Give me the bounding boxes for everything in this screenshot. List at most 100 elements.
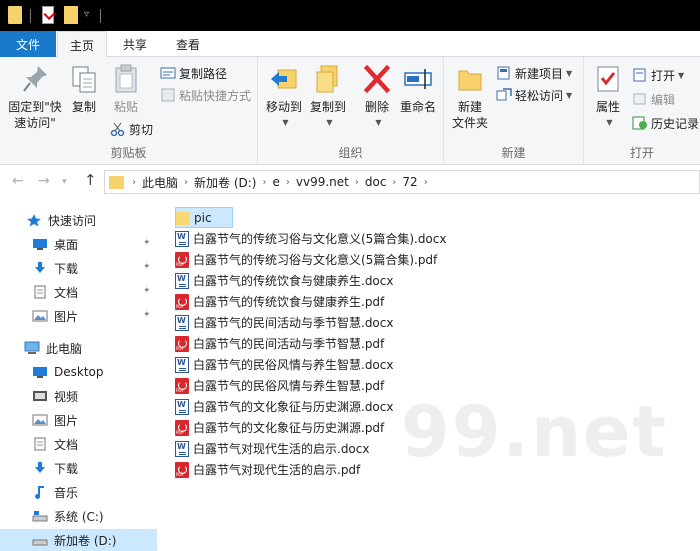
breadcrumb-item[interactable]: vv99.net xyxy=(296,175,349,189)
nav-item-label: 图片 xyxy=(54,309,79,324)
tab-view[interactable]: 查看 xyxy=(163,31,213,57)
breadcrumb-item[interactable]: doc xyxy=(365,175,387,189)
back-arrow-icon[interactable]: ← xyxy=(12,173,24,189)
chevron-right-icon[interactable]: › xyxy=(355,177,359,188)
pdf-icon xyxy=(175,377,189,394)
list-item[interactable]: 白露节气的传统饮食与健康养生.docx xyxy=(175,270,393,291)
new-group-label: 新建 xyxy=(501,146,526,160)
nav-item-desktop-pc[interactable]: Desktop xyxy=(0,361,157,383)
nav-item-documents[interactable]: 文档 ✦ xyxy=(0,281,157,303)
customize-toolbar-icon[interactable]: ▿ xyxy=(84,9,89,20)
list-item[interactable]: 白露节气的民俗风情与养生智慧.pdf xyxy=(175,375,384,396)
title-bar: ▿ xyxy=(0,0,700,31)
new-folder-button[interactable]: 新建 文件夹 xyxy=(450,63,490,131)
list-item[interactable]: 白露节气的文化象征与历史渊源.docx xyxy=(175,396,393,417)
pin-icon[interactable]: ✦ xyxy=(143,238,151,248)
pin-icon[interactable]: ✦ xyxy=(143,286,151,296)
paste-button[interactable]: 粘贴 xyxy=(106,63,146,115)
chevron-right-icon[interactable]: › xyxy=(424,177,428,188)
chevron-right-icon[interactable]: › xyxy=(392,177,396,188)
tab-home[interactable]: 主页 xyxy=(57,31,107,58)
nav-item-documents-pc[interactable]: 文档 xyxy=(0,433,157,455)
copy-path-button[interactable]: 复制路径 xyxy=(160,63,227,83)
nav-item-drive-d[interactable]: 新加卷 (D:) xyxy=(0,529,157,551)
tab-share[interactable]: 共享 xyxy=(110,31,160,57)
list-item[interactable]: 白露节气的文化象征与历史渊源.pdf xyxy=(175,417,384,438)
word-document-icon xyxy=(175,272,189,289)
nav-item-quick-access[interactable]: 快速访问 xyxy=(0,209,157,231)
address-bar[interactable]: › 此电脑 › 新加卷 (D:) › e › vv99.net › doc › … xyxy=(104,170,700,194)
document-icon xyxy=(32,437,48,451)
rename-button[interactable]: 重命名 xyxy=(398,63,438,115)
pin-icon[interactable]: ✦ xyxy=(143,310,151,320)
chevron-down-icon: ▼ xyxy=(678,70,685,80)
move-to-button[interactable]: 移动到 ▼ xyxy=(264,63,304,131)
new-item-button[interactable]: 新建项目 ▼ xyxy=(496,63,572,83)
copy-to-label: 复制到 xyxy=(309,100,346,114)
list-item[interactable]: 白露节气的民间活动与季节智慧.pdf xyxy=(175,333,384,354)
delete-button[interactable]: 删除 ▼ xyxy=(360,63,394,131)
clipboard-group: 固定到"快 速访问" 复制 粘贴 复制路径 粘贴快捷方式 剪切 剪贴板 xyxy=(0,57,258,165)
copy-button[interactable]: 复制 xyxy=(66,63,102,115)
folder-icon[interactable] xyxy=(8,6,22,24)
nav-item-pictures[interactable]: 图片 ✦ xyxy=(0,305,157,327)
new-folder-icon[interactable] xyxy=(64,6,78,24)
rename-label: 重命名 xyxy=(399,100,436,114)
tab-file[interactable]: 文件 xyxy=(0,31,56,57)
nav-item-videos[interactable]: 视频 xyxy=(0,385,157,407)
list-item[interactable]: 白露节气的传统饮食与健康养生.pdf xyxy=(175,291,384,312)
list-item[interactable]: 白露节气对现代生活的启示.pdf xyxy=(175,459,360,480)
picture-icon xyxy=(32,413,48,427)
list-item[interactable]: 白露节气的民俗风情与养生智慧.docx xyxy=(175,354,393,375)
nav-item-desktop[interactable]: 桌面 ✦ xyxy=(0,233,157,255)
breadcrumb-item[interactable]: 72 xyxy=(402,175,417,189)
chevron-right-icon[interactable]: › xyxy=(286,177,290,188)
scissors-icon xyxy=(110,122,126,137)
nav-item-music[interactable]: 音乐 xyxy=(0,481,157,503)
pin-icon[interactable]: ✦ xyxy=(143,262,151,272)
nav-item-downloads-pc[interactable]: 下载 xyxy=(0,457,157,479)
nav-item-this-pc[interactable]: 此电脑 xyxy=(0,337,157,359)
edit-icon xyxy=(632,92,648,106)
list-item[interactable]: 白露节气对现代生活的启示.docx xyxy=(175,438,369,459)
properties-label: 属性 xyxy=(595,100,620,114)
list-item[interactable]: 白露节气的传统习俗与文化意义(5篇合集).docx xyxy=(175,228,446,249)
breadcrumb-item[interactable]: 新加卷 (D:) xyxy=(194,174,256,191)
history-button[interactable]: 历史记录 xyxy=(632,113,699,133)
nav-item-pictures-pc[interactable]: 图片 xyxy=(0,409,157,431)
cut-button[interactable]: 剪切 xyxy=(110,119,153,139)
list-item[interactable]: pic xyxy=(175,207,233,228)
pdf-icon xyxy=(175,461,189,478)
nav-item-label: 图片 xyxy=(54,413,79,428)
list-item[interactable]: 白露节气的传统习俗与文化意义(5篇合集).pdf xyxy=(175,249,437,270)
chevron-right-icon[interactable]: › xyxy=(132,177,136,188)
easy-access-button[interactable]: 轻松访问 ▼ xyxy=(496,85,572,105)
forward-arrow-icon[interactable]: → xyxy=(38,173,50,189)
properties-button[interactable]: 属性 ▼ xyxy=(590,63,626,131)
up-arrow-icon[interactable]: ↑ xyxy=(84,171,97,189)
open-button[interactable]: 打开 ▼ xyxy=(632,65,684,85)
breadcrumb-item[interactable]: 此电脑 xyxy=(142,174,178,191)
delete-label: 删除 xyxy=(364,100,389,114)
breadcrumb-item[interactable]: e xyxy=(272,175,279,189)
paste-shortcut-label: 粘贴快捷方式 xyxy=(179,88,252,103)
desktop-icon xyxy=(32,365,48,379)
word-document-icon xyxy=(175,314,189,331)
chevron-right-icon[interactable]: › xyxy=(262,177,266,188)
edit-button[interactable]: 编辑 xyxy=(632,89,675,109)
music-icon xyxy=(32,485,48,499)
nav-item-downloads[interactable]: 下载 ✦ xyxy=(0,257,157,279)
paste-shortcut-button[interactable]: 粘贴快捷方式 xyxy=(160,85,251,105)
chevron-down-icon: ▼ xyxy=(375,118,382,127)
chevron-right-icon[interactable]: › xyxy=(184,177,188,188)
recent-locations-chevron-icon[interactable]: ▾ xyxy=(62,177,67,187)
organize-group-label: 组织 xyxy=(338,146,363,160)
word-document-icon xyxy=(175,230,189,247)
cut-label: 剪切 xyxy=(129,122,154,137)
properties-icon[interactable] xyxy=(42,6,54,24)
download-icon xyxy=(32,261,48,275)
list-item[interactable]: 白露节气的民间活动与季节智慧.docx xyxy=(175,312,393,333)
copy-to-button[interactable]: 复制到 ▼ xyxy=(308,63,348,131)
nav-item-drive-c[interactable]: 系统 (C:) xyxy=(0,505,157,527)
pin-quick-access-button[interactable]: 固定到"快 速访问" xyxy=(6,63,64,131)
